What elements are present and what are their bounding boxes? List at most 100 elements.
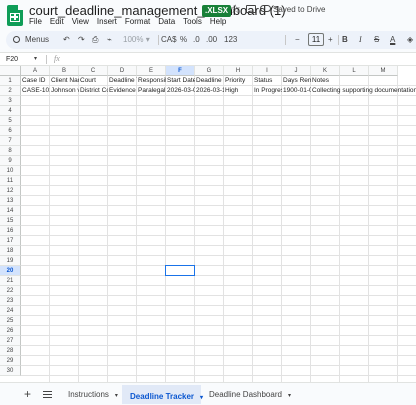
text-color-button[interactable]: A: [390, 33, 395, 47]
row-header-6[interactable]: 6: [0, 126, 21, 136]
cell-a2[interactable]: CASE-101: [21, 86, 50, 96]
cell-b1[interactable]: Client Name: [50, 76, 79, 86]
font-size-increase-button[interactable]: +: [328, 33, 333, 47]
cell-k1[interactable]: Notes: [311, 76, 340, 86]
cell-j1[interactable]: Days Remaining: [282, 76, 311, 86]
selected-cell[interactable]: [165, 265, 195, 276]
cell-c1[interactable]: Court: [79, 76, 108, 86]
select-all-corner[interactable]: [0, 66, 21, 76]
strikethrough-button[interactable]: S: [374, 33, 379, 47]
cloud-icon[interactable]: [260, 5, 271, 12]
row-header-14[interactable]: 14: [0, 206, 21, 216]
row-header-18[interactable]: 18: [0, 246, 21, 256]
row-header-22[interactable]: 22: [0, 286, 21, 296]
row-header-17[interactable]: 17: [0, 236, 21, 246]
column-header-e[interactable]: E: [137, 66, 166, 76]
row-header-2[interactable]: 2: [0, 86, 21, 96]
fill-color-icon[interactable]: ◈: [407, 33, 413, 47]
cell-c2[interactable]: District Court: [79, 86, 108, 96]
cell-f1[interactable]: Start Date: [166, 76, 195, 86]
menu-data[interactable]: Data: [158, 16, 175, 28]
chevron-down-icon[interactable]: ▾: [34, 55, 37, 62]
currency-format-button[interactable]: CA$: [161, 33, 177, 47]
column-header-a[interactable]: A: [21, 66, 50, 76]
row-header-12[interactable]: 12: [0, 186, 21, 196]
star-icon[interactable]: ☆: [230, 2, 241, 16]
cell-a1[interactable]: Case ID: [21, 76, 50, 86]
percent-format-button[interactable]: %: [180, 33, 187, 47]
chevron-down-icon[interactable]: ▾: [288, 387, 291, 405]
row-header-8[interactable]: 8: [0, 146, 21, 156]
zoom-select[interactable]: 100% ▾: [123, 33, 150, 47]
font-size-input[interactable]: 11: [308, 33, 324, 46]
row-header-30[interactable]: 30: [0, 366, 21, 376]
row-header-15[interactable]: 15: [0, 216, 21, 226]
row-header-16[interactable]: 16: [0, 226, 21, 236]
cell-h2[interactable]: High: [224, 86, 253, 96]
row-header-9[interactable]: 9: [0, 156, 21, 166]
cell-k2[interactable]: Collecting supporting documentation: [311, 86, 416, 96]
menus-search-button[interactable]: Menus: [13, 33, 49, 47]
sheets-logo-icon[interactable]: [7, 5, 23, 26]
row-header-3[interactable]: 3: [0, 96, 21, 106]
row-header-1[interactable]: 1: [0, 76, 21, 86]
cell-f2[interactable]: 2026-03-01: [166, 86, 195, 96]
menu-insert[interactable]: Insert: [97, 16, 117, 28]
cell-d1[interactable]: Deadline Type: [108, 76, 137, 86]
menu-tools[interactable]: Tools: [183, 16, 202, 28]
cell-g1[interactable]: Deadline Date: [195, 76, 224, 86]
row-header-23[interactable]: 23: [0, 296, 21, 306]
paint-format-icon[interactable]: ⌁: [107, 33, 112, 47]
menu-format[interactable]: Format: [125, 16, 150, 28]
print-icon[interactable]: ⎙: [92, 33, 98, 47]
row-header-29[interactable]: 29: [0, 356, 21, 366]
column-header-f[interactable]: F: [166, 66, 195, 76]
redo-icon[interactable]: ↷: [78, 33, 85, 47]
decrease-decimal-button[interactable]: .0: [193, 33, 200, 47]
row-header-27[interactable]: 27: [0, 336, 21, 346]
column-header-i[interactable]: I: [253, 66, 282, 76]
row-header-21[interactable]: 21: [0, 276, 21, 286]
number-format-button[interactable]: 123: [224, 33, 237, 47]
cell-j2[interactable]: 1900-01-0: [282, 86, 311, 96]
sheet-tab-deadline-tracker[interactable]: Deadline Tracker ▾: [122, 385, 203, 404]
italic-button[interactable]: I: [359, 33, 362, 47]
row-header-11[interactable]: 11: [0, 176, 21, 186]
cell-h1[interactable]: Priority: [224, 76, 253, 86]
menu-edit[interactable]: Edit: [50, 16, 64, 28]
cell-e2[interactable]: Paralegal: [137, 86, 166, 96]
bold-button[interactable]: B: [342, 33, 348, 47]
cell-e1[interactable]: Responsible: [137, 76, 166, 86]
row-header-20[interactable]: 20: [0, 266, 21, 276]
cell-g2[interactable]: 2026-03-15: [195, 86, 224, 96]
cell-i2[interactable]: In Progress: [253, 86, 282, 96]
column-header-b[interactable]: B: [50, 66, 79, 76]
row-header-4[interactable]: 4: [0, 106, 21, 116]
cell-area[interactable]: Case IDClient NameCourtDeadline TypeResp…: [21, 76, 416, 382]
column-header-l[interactable]: L: [340, 66, 369, 76]
sheet-grid[interactable]: ABCDEFGHIJKLM 1 2 3 4 5 6 7 8 9 10 11 12 13 14 15 16 17 1…: [0, 66, 416, 382]
undo-icon[interactable]: ↶: [63, 33, 70, 47]
row-header-28[interactable]: 28: [0, 346, 21, 356]
row-header-7[interactable]: 7: [0, 136, 21, 146]
column-header-k[interactable]: K: [311, 66, 340, 76]
row-header-10[interactable]: 10: [0, 166, 21, 176]
name-box[interactable]: F20: [6, 54, 18, 65]
column-header-d[interactable]: D: [108, 66, 137, 76]
column-header-m[interactable]: M: [369, 66, 398, 76]
row-header-5[interactable]: 5: [0, 116, 21, 126]
column-header-c[interactable]: C: [79, 66, 108, 76]
chevron-down-icon[interactable]: ▾: [115, 387, 118, 405]
column-header-h[interactable]: H: [224, 66, 253, 76]
sheet-tab-instructions[interactable]: Instructions ▾: [60, 385, 122, 404]
sheet-tab-deadline-dashboard[interactable]: Deadline Dashboard ▾: [201, 385, 291, 404]
all-sheets-menu-icon[interactable]: [43, 391, 52, 398]
folder-icon[interactable]: [246, 5, 256, 13]
row-header-24[interactable]: 24: [0, 306, 21, 316]
menu-view[interactable]: View: [72, 16, 89, 28]
column-header-j[interactable]: J: [282, 66, 311, 76]
cell-i1[interactable]: Status: [253, 76, 282, 86]
cell-d2[interactable]: Evidence: [108, 86, 137, 96]
cell-b2[interactable]: Johnson v. Smith: [50, 86, 79, 96]
column-header-g[interactable]: G: [195, 66, 224, 76]
